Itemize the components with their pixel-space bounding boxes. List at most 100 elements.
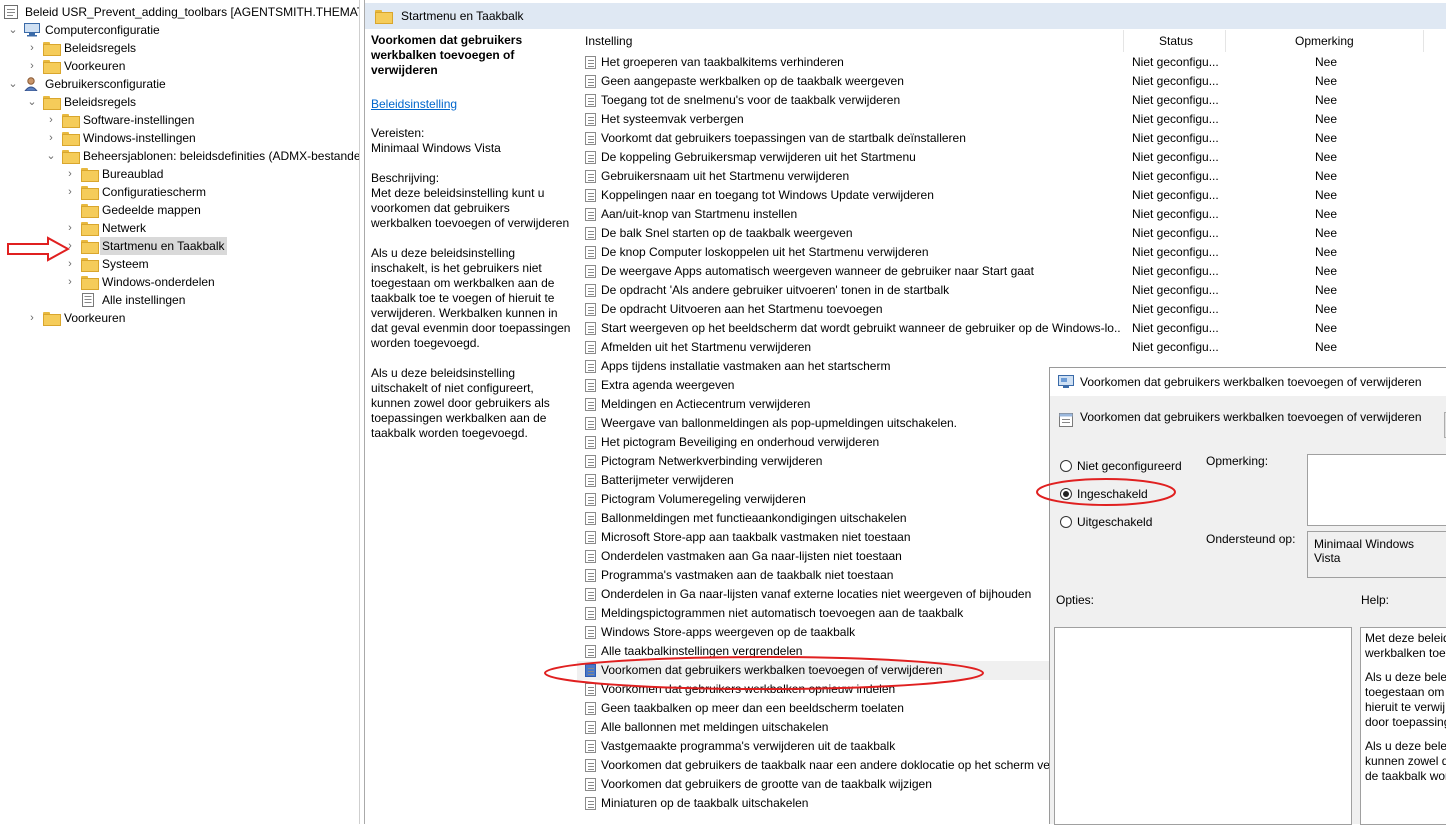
help-text: werkbalken toev <box>1365 646 1446 660</box>
tree-item[interactable]: › Voorkeuren <box>0 309 359 327</box>
chevron-down-icon[interactable]: ⌄ <box>8 21 18 39</box>
chevron-right-icon[interactable]: › <box>27 309 37 327</box>
tree-item[interactable]: › Beleidsregels <box>0 39 359 57</box>
tree-item[interactable]: › Systeem <box>0 255 359 273</box>
column-header-setting[interactable]: Instelling <box>585 30 632 52</box>
tree-item[interactable]: ⌄ Computerconfiguratie <box>0 21 359 39</box>
table-row[interactable]: Geen aangepaste werkbalken op de taakbal… <box>577 72 1446 91</box>
chevron-down-icon[interactable]: ⌄ <box>46 147 56 165</box>
setting-name: Voorkomen dat gebruikers de grootte van … <box>601 777 932 791</box>
policy-dialog: Voorkomen dat gebruikers werkbalken toev… <box>1049 367 1446 825</box>
policy-setting-icon <box>585 170 596 183</box>
radio-circle[interactable] <box>1060 460 1072 472</box>
column-divider[interactable] <box>1423 30 1424 52</box>
setting-comment: Nee <box>1315 283 1338 297</box>
chevron-right-icon[interactable]: › <box>65 183 75 201</box>
tree-item-label: Bureaublad <box>102 167 164 181</box>
chevron-down-icon[interactable]: ⌄ <box>8 75 18 93</box>
help-panel[interactable]: Met deze beleid werkbalken toev Als u de… <box>1360 627 1446 825</box>
tree-item[interactable]: › Startmenu en Taakbalk <box>0 237 359 255</box>
comment-textarea[interactable] <box>1307 454 1446 526</box>
column-header-status[interactable]: Status <box>1159 30 1193 52</box>
setting-name: Batterijmeter verwijderen <box>601 473 734 487</box>
table-row[interactable]: Toegang tot de snelmenu's voor de taakba… <box>577 91 1446 110</box>
setting-name: Onderdelen in Ga naar-lijsten vanaf exte… <box>601 587 1032 601</box>
chevron-right-icon[interactable]: › <box>46 111 56 129</box>
table-row[interactable]: De koppeling Gebruikersmap verwijderen u… <box>577 148 1446 167</box>
tree-item[interactable]: Beleid USR_Prevent_adding_toolbars [AGEN… <box>0 3 360 21</box>
chevron-right-icon[interactable]: › <box>65 237 75 255</box>
tree-item[interactable]: › Windows-onderdelen <box>0 273 359 291</box>
tree-item[interactable]: › Netwerk <box>0 219 359 237</box>
table-row[interactable]: Start weergeven op het beeldscherm dat w… <box>577 319 1446 338</box>
policy-setting-icon <box>585 531 596 544</box>
setting-comment: Nee <box>1315 321 1338 335</box>
description-label: Beschrijving: <box>371 171 440 185</box>
navigation-tree: Beleid USR_Prevent_adding_toolbars [AGEN… <box>0 0 360 824</box>
tree-item[interactable]: ⌄ Beheersjablonen: beleidsdefinities (ADM… <box>0 147 359 165</box>
table-row[interactable]: Gebruikersnaam uit het Startmenu verwijd… <box>577 167 1446 186</box>
tree-item[interactable]: › Configuratiescherm <box>0 183 359 201</box>
tree-item[interactable]: Gedeelde mappen <box>0 201 359 219</box>
radio-circle[interactable] <box>1060 516 1072 528</box>
table-row[interactable]: Het groeperen van taakbalkitems verhinde… <box>577 53 1446 72</box>
policy-setting-link[interactable]: Beleidsinstelling <box>371 97 571 112</box>
chevron-right-icon[interactable]: › <box>27 57 37 75</box>
help-text: de taakbalk wor <box>1365 769 1446 783</box>
setting-status: Niet geconfigu... <box>1132 150 1219 164</box>
tree-item[interactable]: › Software-instellingen <box>0 111 359 129</box>
radio-circle-selected[interactable] <box>1060 488 1072 500</box>
policy-setting-icon <box>585 436 596 449</box>
chevron-right-icon[interactable]: › <box>65 219 75 237</box>
setting-status: Niet geconfigu... <box>1132 112 1219 126</box>
tree-item[interactable]: ⌄ Beleidsregels <box>0 93 359 111</box>
folder-icon <box>81 240 99 254</box>
setting-comment: Nee <box>1315 131 1338 145</box>
chevron-right-icon[interactable]: › <box>65 255 75 273</box>
policy-setting-icon <box>585 189 596 202</box>
column-divider[interactable] <box>1123 30 1124 52</box>
category-header: Startmenu en Taakbalk <box>365 3 1446 29</box>
policy-setting-icon <box>585 569 596 582</box>
help-text: door toepassing <box>1365 715 1446 729</box>
tree-item[interactable]: ⌄ Gebruikersconfiguratie <box>0 75 359 93</box>
tree-item[interactable]: › Voorkeuren <box>0 57 359 75</box>
setting-name: Onderdelen vastmaken aan Ga naar-lijsten… <box>601 549 902 563</box>
table-row[interactable]: De weergave Apps automatisch weergeven w… <box>577 262 1446 281</box>
column-divider[interactable] <box>1225 30 1226 52</box>
setting-name: Voorkomen dat gebruikers de taakbalk naa… <box>601 758 1100 772</box>
chevron-down-icon[interactable]: ⌄ <box>27 93 37 111</box>
chevron-right-icon[interactable]: › <box>27 39 37 57</box>
setting-name: Windows Store-apps weergeven op de taakb… <box>601 625 856 639</box>
table-row[interactable]: Aan/uit-knop van Startmenu instellen Niet… <box>577 205 1446 224</box>
setting-name: De opdracht 'Als andere gebruiker uitvoe… <box>601 283 950 297</box>
setting-name: Koppelingen naar en toegang tot Windows … <box>601 188 934 202</box>
table-row[interactable]: Afmelden uit het Startmenu verwijderen Ni… <box>577 338 1446 357</box>
options-panel[interactable] <box>1054 627 1352 825</box>
tree-item[interactable]: › Windows-instellingen <box>0 129 359 147</box>
tree-item[interactable]: › Bureaublad <box>0 165 359 183</box>
setting-name: Voorkomen dat gebruikers werkbalken opni… <box>601 682 896 696</box>
table-row[interactable]: Het systeemvak verbergen Niet geconfigu..… <box>577 110 1446 129</box>
setting-name: Miniaturen op de taakbalk uitschakelen <box>601 796 809 810</box>
table-row[interactable]: De balk Snel starten op de taakbalk weer… <box>577 224 1446 243</box>
supported-value: Minimaal Windows Vista <box>1314 537 1415 565</box>
chevron-right-icon[interactable]: › <box>46 129 56 147</box>
table-row[interactable]: De opdracht Uitvoeren aan het Startmenu … <box>577 300 1446 319</box>
chevron-right-icon[interactable]: › <box>65 273 75 291</box>
tree-item-label: Beleid USR_Prevent_adding_toolbars [AGEN… <box>25 5 360 19</box>
setting-comment: Nee <box>1315 55 1338 69</box>
column-header-comment[interactable]: Opmerking <box>1295 30 1354 52</box>
setting-status: Niet geconfigu... <box>1132 93 1219 107</box>
setting-name: Weergave van ballonmeldingen als pop-upm… <box>601 416 958 430</box>
tree-item[interactable]: Alle instellingen <box>0 291 359 309</box>
setting-name: Aan/uit-knop van Startmenu instellen <box>601 207 798 221</box>
help-text: Met deze beleid <box>1365 631 1446 645</box>
table-row[interactable]: Voorkomt dat gebruikers toepassingen van… <box>577 129 1446 148</box>
tree-item-label: Computerconfiguratie <box>45 23 160 37</box>
table-row[interactable]: De knop Computer loskoppelen uit het Sta… <box>577 243 1446 262</box>
dialog-titlebar[interactable]: Voorkomen dat gebruikers werkbalken toev… <box>1050 368 1446 396</box>
table-row[interactable]: De opdracht 'Als andere gebruiker uitvoe… <box>577 281 1446 300</box>
table-row[interactable]: Koppelingen naar en toegang tot Windows … <box>577 186 1446 205</box>
chevron-right-icon[interactable]: › <box>65 165 75 183</box>
